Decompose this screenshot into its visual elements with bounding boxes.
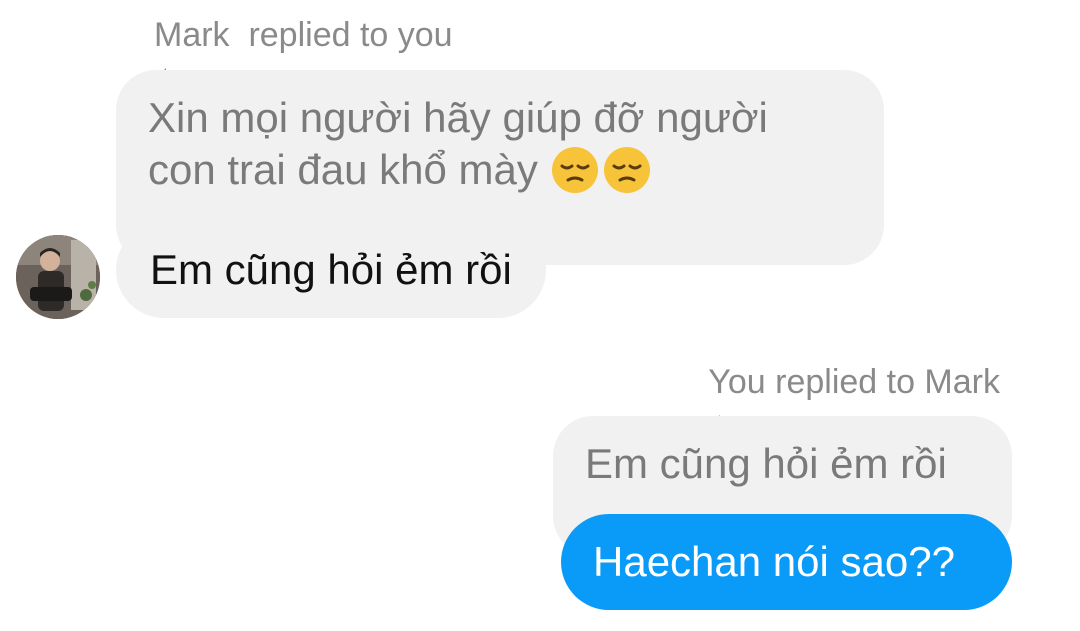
incoming-reply-label: Mark replied to you bbox=[116, 16, 453, 90]
pensive-face-emoji-icon bbox=[550, 145, 652, 195]
incoming-quoted-text-line1: Xin mọi người hãy giúp đỡ người bbox=[148, 94, 768, 141]
reply-arrow-icon bbox=[670, 370, 738, 437]
incoming-reply-label-text: Mark replied to you bbox=[154, 16, 453, 54]
avatar-photo-icon bbox=[16, 235, 100, 319]
outgoing-quoted-text: Em cũng hỏi ẻm rồi bbox=[585, 440, 947, 487]
sender-avatar[interactable] bbox=[16, 235, 100, 319]
outgoing-message-bubble[interactable]: Haechan nói sao?? bbox=[561, 514, 1012, 610]
incoming-quoted-text-line2: con trai đau khổ mày bbox=[148, 146, 538, 193]
outgoing-message-text: Haechan nói sao?? bbox=[593, 538, 955, 585]
outgoing-reply-label-text: You replied to Mark bbox=[708, 363, 1000, 401]
reply-arrow-icon bbox=[116, 23, 183, 90]
incoming-message-text: Em cũng hỏi ẻm rồi bbox=[150, 246, 512, 293]
outgoing-reply-label: You replied to Mark bbox=[670, 363, 1000, 437]
incoming-message-bubble[interactable]: Em cũng hỏi ẻm rồi bbox=[116, 222, 546, 318]
